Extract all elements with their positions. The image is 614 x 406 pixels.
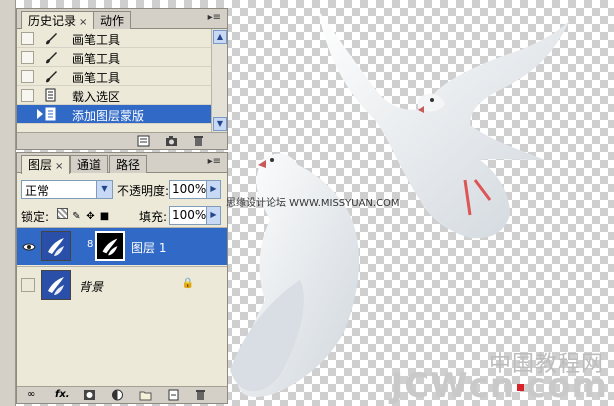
lock-move-icon[interactable]: ✥ [85, 211, 96, 222]
document-icon [45, 88, 56, 102]
history-item-selected[interactable]: 添加图层蒙版 [17, 105, 227, 124]
history-footer [17, 132, 227, 149]
logo-jcwcn-text: JCWcn [390, 366, 516, 406]
history-panel: 历史记录 × 动作 ▸≡ 画笔工具 画笔工具 画笔工具 载入选区 添加图层蒙版 ▲… [16, 8, 228, 150]
layer-row-background[interactable]: 背景 🔒 [17, 266, 227, 304]
blend-mode-value: 正常 [25, 184, 50, 198]
folder-icon[interactable] [139, 389, 152, 401]
new-layer-icon[interactable] [167, 389, 180, 401]
blend-mode-select[interactable]: 正常 ▼ [21, 180, 113, 199]
fill-label: 填充: [139, 210, 168, 224]
panel-menu-icon[interactable]: ▸≡ [208, 12, 221, 23]
trash-icon[interactable] [194, 389, 207, 401]
tab-channels[interactable]: 通道 [70, 155, 109, 173]
tab-layers-label: 图层 [28, 158, 53, 172]
fill-value: 100% [172, 208, 207, 222]
fill-input[interactable]: 100% ▶ [169, 206, 221, 225]
layer-thumbnail[interactable] [41, 270, 71, 300]
mask-link-icon[interactable]: 8 [87, 239, 93, 250]
snapshot-checkbox[interactable] [21, 89, 34, 102]
visibility-toggle[interactable] [21, 278, 35, 292]
chevron-right-icon[interactable]: ▶ [206, 207, 220, 224]
layer-name[interactable]: 图层 1 [131, 239, 166, 256]
history-item[interactable]: 画笔工具 [17, 48, 227, 67]
lock-transparency-icon[interactable] [57, 208, 68, 219]
layers-panel: 图层 × 通道 路径 ▸≡ 正常 ▼ 不透明度: 100% ▶ 锁定: ✎ ✥ ■ 填… [16, 152, 228, 404]
lock-paint-icon[interactable]: ✎ [71, 211, 82, 222]
lock-options: ✎ ✥ ■ [57, 208, 113, 222]
tab-actions[interactable]: 动作 [93, 11, 132, 29]
close-icon[interactable]: × [79, 17, 87, 28]
history-item-label: 画笔工具 [72, 71, 121, 85]
tab-history[interactable]: 历史记录 × [21, 11, 95, 30]
tab-paths-label: 路径 [116, 158, 141, 172]
adjustment-layer-icon[interactable] [111, 389, 124, 401]
lock-label: 锁定: [21, 210, 50, 224]
eye-icon[interactable] [22, 240, 36, 254]
panel-menu-icon[interactable]: ▸≡ [208, 156, 221, 167]
brush-icon [46, 71, 57, 83]
scroll-up-icon[interactable]: ▲ [213, 30, 227, 44]
tab-channels-label: 通道 [77, 158, 102, 172]
trash-icon[interactable] [192, 135, 205, 147]
new-document-from-state-icon[interactable] [137, 135, 150, 147]
lock-all-icon[interactable]: ■ [99, 211, 110, 222]
history-item-label: 画笔工具 [72, 52, 121, 66]
watermark-site-text: 思缘设计论坛 WWW.MISSYUAN.COM [226, 198, 400, 209]
logo-dot-icon [517, 384, 525, 391]
chevron-down-icon[interactable]: ▼ [96, 181, 112, 198]
layers-footer: ∞ fx. [17, 386, 227, 403]
history-item-label: 画笔工具 [72, 33, 121, 47]
lock-icon: 🔒 [181, 278, 194, 289]
link-layers-icon[interactable]: ∞ [27, 389, 40, 401]
snapshot-checkbox[interactable] [21, 108, 34, 121]
add-mask-icon[interactable] [83, 389, 96, 401]
brush-icon [46, 33, 57, 45]
layer-thumbnail[interactable] [41, 231, 71, 261]
document-icon [45, 107, 56, 121]
chevron-right-icon[interactable]: ▶ [206, 181, 220, 198]
layer-mask-thumbnail[interactable] [95, 231, 125, 261]
scroll-down-icon[interactable]: ▼ [213, 117, 227, 131]
snapshot-checkbox[interactable] [21, 51, 34, 64]
opacity-label: 不透明度: [117, 184, 170, 198]
tab-history-label: 历史记录 [28, 14, 77, 28]
tab-actions-label: 动作 [100, 14, 125, 28]
logo-jcwcn: JCWcn com [391, 366, 608, 406]
tab-layers[interactable]: 图层 × [21, 155, 71, 174]
layer-style-icon[interactable]: fx. [55, 389, 70, 401]
opacity-value: 100% [172, 182, 207, 196]
brush-icon [46, 52, 57, 64]
tab-paths[interactable]: 路径 [109, 155, 148, 173]
history-item[interactable]: 画笔工具 [17, 29, 227, 48]
history-tabbar: 历史记录 × 动作 ▸≡ [17, 9, 227, 30]
snapshot-checkbox[interactable] [21, 32, 34, 45]
close-icon[interactable]: × [55, 161, 63, 172]
history-item[interactable]: 画笔工具 [17, 67, 227, 86]
history-item-label: 载入选区 [72, 90, 121, 104]
history-item-label: 添加图层蒙版 [72, 109, 145, 123]
history-item[interactable]: 载入选区 [17, 86, 227, 105]
layer-row-layer1[interactable]: 8 图层 1 [17, 227, 227, 265]
history-scrollbar[interactable]: ▲ ▼ [211, 29, 227, 132]
layers-tabbar: 图层 × 通道 路径 ▸≡ [17, 153, 227, 174]
snapshot-checkbox[interactable] [21, 70, 34, 83]
camera-icon[interactable] [165, 135, 178, 147]
opacity-input[interactable]: 100% ▶ [169, 180, 221, 199]
layer-name[interactable]: 背景 [79, 278, 103, 295]
logo-com-text: com [526, 366, 608, 406]
dove-lower [230, 153, 360, 397]
